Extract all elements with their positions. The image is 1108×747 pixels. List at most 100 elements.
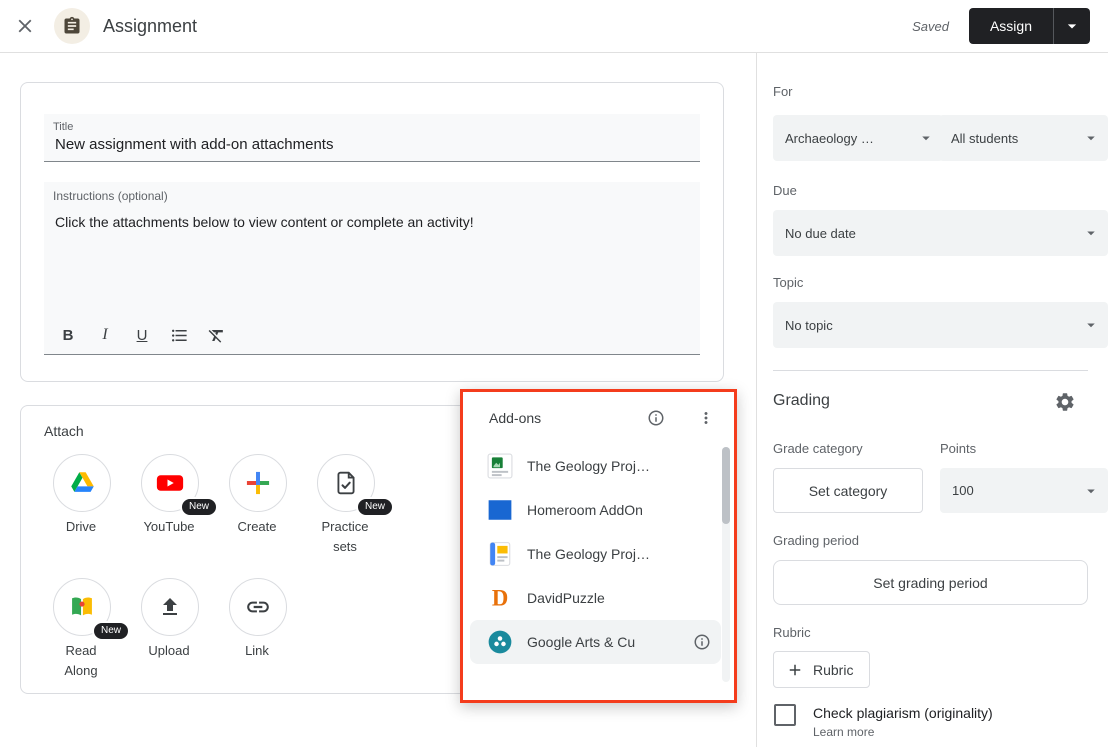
attach-upload-label: Upload: [136, 641, 202, 661]
attach-create-label: Create: [224, 517, 290, 537]
read-along-icon: [68, 593, 96, 621]
rubric-label: Rubric: [773, 625, 811, 640]
topic-value: No topic: [785, 318, 1082, 333]
assignment-icon: [62, 16, 82, 36]
addon-item-label: Google Arts & Cu: [527, 634, 635, 650]
assign-dropdown-button[interactable]: [1053, 8, 1090, 44]
attach-read-along[interactable]: New Read Along: [37, 578, 125, 680]
chevron-down-icon: [917, 129, 935, 147]
svg-text:D: D: [492, 586, 508, 611]
info-icon: [647, 409, 665, 427]
bulleted-list-icon: [170, 326, 189, 345]
attach-drive-circle: [53, 454, 111, 512]
points-select[interactable]: 100: [940, 468, 1108, 513]
divider: [773, 370, 1088, 371]
clear-formatting-button[interactable]: [205, 323, 227, 347]
homeroom-addon-icon: [487, 497, 513, 523]
settings-sidebar: For Archaeology … All students Due No du…: [756, 52, 1108, 747]
scrollbar-thumb[interactable]: [722, 447, 730, 524]
bulleted-list-button[interactable]: [168, 323, 190, 347]
attach-heading: Attach: [44, 423, 84, 439]
underline-button[interactable]: U: [131, 323, 153, 347]
points-label: Points: [940, 441, 976, 456]
class-select-value: Archaeology …: [785, 131, 917, 146]
addon-item-google-arts-culture[interactable]: Google Arts & Cu: [470, 620, 721, 664]
attach-create[interactable]: Create: [213, 454, 301, 537]
for-label: For: [773, 84, 793, 99]
practice-sets-icon: [333, 470, 359, 496]
details-card: Title Instructions (optional) Click the …: [20, 82, 724, 382]
learn-more-link[interactable]: Learn more: [813, 725, 874, 739]
attach-practice-sets[interactable]: New Practice sets: [301, 454, 389, 556]
plagiarism-checkbox[interactable]: [774, 704, 796, 726]
clear-formatting-icon: [207, 326, 226, 345]
addon-item-label: DavidPuzzle: [527, 590, 605, 606]
attach-link-circle: [229, 578, 287, 636]
grading-period-label: Grading period: [773, 533, 859, 548]
due-date-value: No due date: [785, 226, 1082, 241]
plagiarism-row: Check plagiarism (originality) Learn mor…: [774, 704, 993, 739]
addon-info-button[interactable]: [691, 630, 713, 654]
plus-icon: [786, 661, 804, 679]
title-label: Title: [53, 121, 73, 133]
geology-project-2-icon: [487, 541, 513, 567]
set-category-button[interactable]: Set category: [773, 468, 923, 513]
plagiarism-label: Check plagiarism (originality): [813, 704, 993, 723]
instructions-label: Instructions (optional): [53, 189, 168, 203]
chevron-down-icon: [1082, 482, 1100, 500]
close-icon: [14, 15, 36, 37]
assign-button[interactable]: Assign: [969, 8, 1053, 44]
students-select[interactable]: All students: [939, 115, 1108, 161]
instructions-field[interactable]: Instructions (optional) Click the attach…: [44, 182, 700, 355]
italic-button[interactable]: I: [94, 323, 116, 347]
create-icon: [244, 469, 272, 497]
addon-item-label: The Geology Proj…: [527, 546, 650, 562]
set-grading-period-button[interactable]: Set grading period: [773, 560, 1088, 605]
topic-select[interactable]: No topic: [773, 302, 1108, 348]
attach-upload-circle: [141, 578, 199, 636]
close-button[interactable]: [12, 13, 38, 39]
title-input[interactable]: [53, 135, 692, 154]
addons-info-button[interactable]: [644, 406, 668, 430]
class-select[interactable]: Archaeology …: [773, 115, 943, 161]
add-rubric-button[interactable]: Rubric: [773, 651, 870, 688]
chevron-down-icon: [1082, 224, 1100, 242]
addon-item-geology-project-2[interactable]: The Geology Proj…: [463, 532, 734, 576]
grading-settings-button[interactable]: [1052, 389, 1078, 415]
addon-item-homeroom-addon[interactable]: Homeroom AddOn: [463, 488, 734, 532]
points-value: 100: [952, 483, 1082, 498]
attach-drive-label: Drive: [48, 517, 114, 537]
link-icon: [245, 594, 271, 620]
addons-popup: Add-ons The Geology Proj… Homeroom AddOn: [460, 389, 737, 703]
attach-link[interactable]: Link: [213, 578, 301, 661]
due-date-select[interactable]: No due date: [773, 210, 1108, 256]
chevron-down-icon: [1082, 129, 1100, 147]
addons-header: Add-ons: [463, 392, 734, 444]
gear-icon: [1054, 391, 1076, 413]
addon-item-davidpuzzle[interactable]: D DavidPuzzle: [463, 576, 734, 620]
formatting-toolbar: B I U: [57, 323, 227, 347]
attach-drive[interactable]: Drive: [37, 454, 125, 537]
due-label: Due: [773, 183, 797, 198]
addon-item-geology-project-1[interactable]: The Geology Proj…: [463, 444, 734, 488]
grading-heading: Grading: [773, 392, 830, 410]
attach-upload[interactable]: Upload: [125, 578, 213, 661]
attach-youtube-label: YouTube: [136, 517, 202, 537]
title-field[interactable]: Title: [44, 114, 700, 162]
bold-button[interactable]: B: [57, 323, 79, 347]
page-title: Assignment: [103, 16, 197, 37]
upload-icon: [158, 595, 182, 619]
attach-read-along-label: Read Along: [48, 641, 114, 680]
grade-category-label: Grade category: [773, 441, 863, 456]
addons-scrollbar[interactable]: [722, 447, 730, 682]
addons-heading: Add-ons: [489, 410, 541, 426]
info-icon: [693, 633, 711, 651]
addon-item-label: Homeroom AddOn: [527, 502, 643, 518]
add-rubric-label: Rubric: [813, 662, 853, 678]
topic-label: Topic: [773, 275, 803, 290]
students-select-value: All students: [951, 131, 1082, 146]
addons-menu-button[interactable]: [694, 406, 718, 430]
instructions-input[interactable]: Click the attachments below to view cont…: [53, 210, 692, 306]
attach-youtube[interactable]: New YouTube: [125, 454, 213, 537]
geology-project-icon: [487, 453, 513, 479]
